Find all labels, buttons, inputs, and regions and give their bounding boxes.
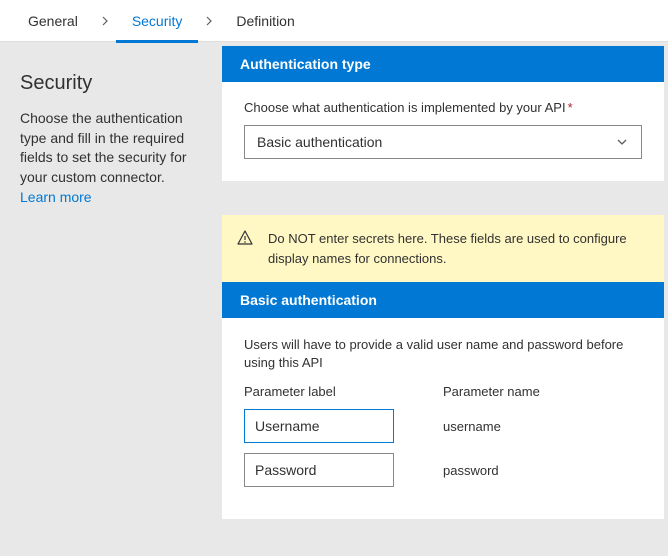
page-title: Security bbox=[20, 72, 204, 95]
required-mark: * bbox=[568, 100, 573, 115]
warning-banner: Do NOT enter secrets here. These fields … bbox=[222, 215, 664, 282]
auth-type-label: Choose what authentication is implemente… bbox=[244, 100, 642, 115]
chevron-right-icon bbox=[204, 16, 214, 26]
chevron-down-icon bbox=[615, 135, 629, 149]
tab-general[interactable]: General bbox=[12, 2, 94, 43]
basic-auth-header: Basic authentication bbox=[222, 282, 664, 318]
username-param-name: username bbox=[443, 419, 642, 434]
password-label-input[interactable] bbox=[244, 453, 394, 487]
tab-security[interactable]: Security bbox=[116, 2, 199, 43]
param-table-header: Parameter label Parameter name bbox=[244, 384, 642, 399]
warning-icon bbox=[236, 229, 254, 247]
auth-type-selected: Basic authentication bbox=[257, 134, 382, 150]
table-row: username bbox=[244, 409, 642, 443]
breadcrumb-tabs: General Security Definition bbox=[0, 0, 668, 42]
col-parameter-label: Parameter label bbox=[244, 384, 443, 399]
content-area: Authentication type Choose what authenti… bbox=[222, 44, 666, 554]
auth-type-header: Authentication type bbox=[222, 46, 664, 82]
basic-auth-description: Users will have to provide a valid user … bbox=[244, 336, 642, 372]
warning-text: Do NOT enter secrets here. These fields … bbox=[268, 231, 627, 266]
table-row: password bbox=[244, 453, 642, 487]
basic-auth-card: Do NOT enter secrets here. These fields … bbox=[222, 215, 664, 519]
username-label-input[interactable] bbox=[244, 409, 394, 443]
learn-more-link[interactable]: Learn more bbox=[20, 189, 92, 205]
auth-type-select[interactable]: Basic authentication bbox=[244, 125, 642, 159]
tab-definition[interactable]: Definition bbox=[220, 2, 310, 43]
page-description: Choose the authentication type and fill … bbox=[20, 109, 204, 187]
auth-type-card: Authentication type Choose what authenti… bbox=[222, 46, 664, 181]
password-param-name: password bbox=[443, 463, 642, 478]
col-parameter-name: Parameter name bbox=[443, 384, 642, 399]
main-area: Security Choose the authentication type … bbox=[0, 42, 668, 556]
chevron-right-icon bbox=[100, 16, 110, 26]
sidebar: Security Choose the authentication type … bbox=[2, 44, 222, 554]
